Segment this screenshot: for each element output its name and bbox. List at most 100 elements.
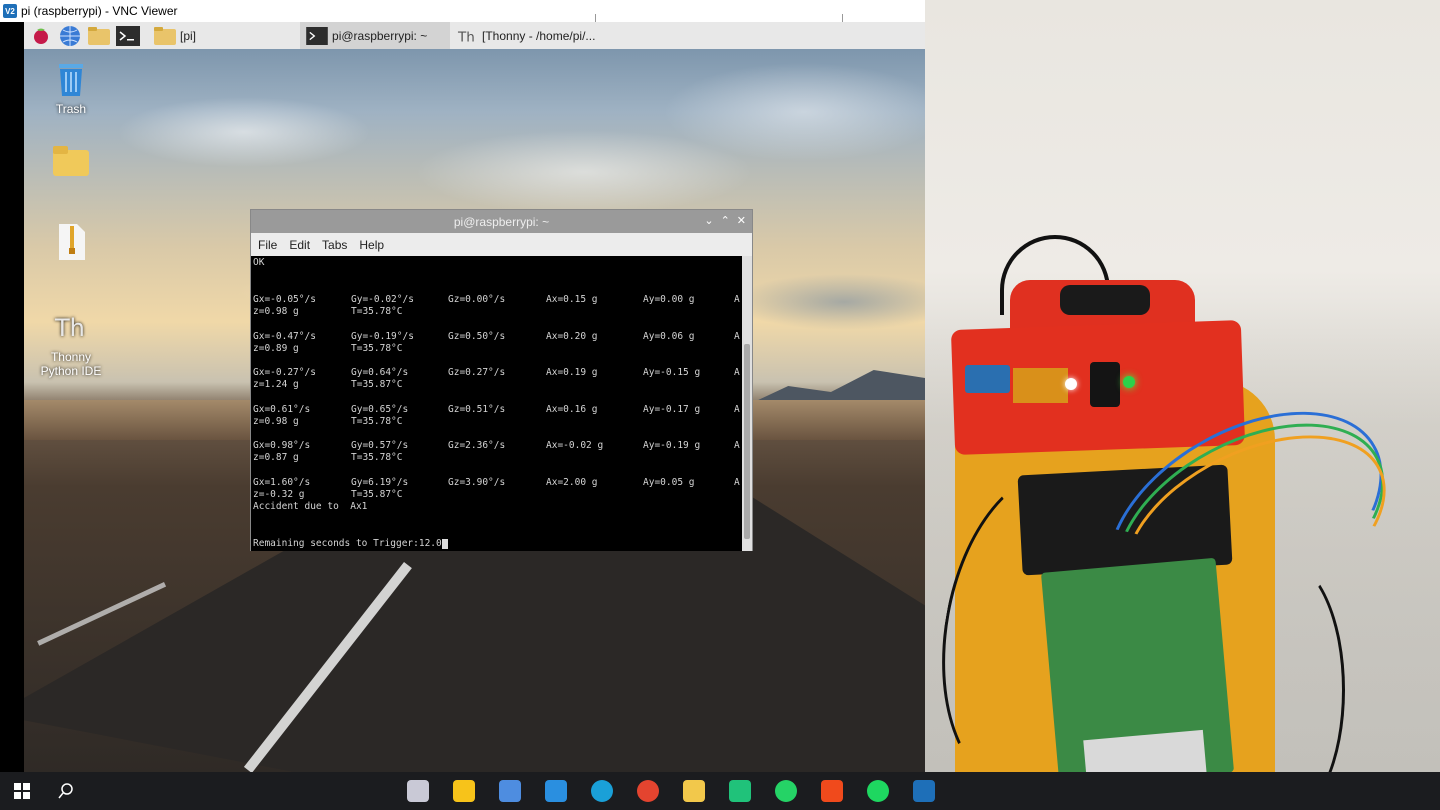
file-explorer-taskbar-button[interactable] — [671, 772, 717, 810]
vnc-titlebar[interactable]: V2 pi (raspberrypi) - VNC Viewer — [0, 0, 925, 24]
menu-file[interactable]: File — [258, 238, 277, 252]
vscode-icon — [545, 780, 567, 802]
reading-gy: Gy=6.19°/s — [351, 477, 409, 488]
brave-taskbar-button[interactable] — [809, 772, 855, 810]
prompt-line: Remaining seconds to Trigger:12.0 — [253, 538, 448, 550]
reading-gx: Gx=-0.47°/s — [253, 331, 316, 342]
chrome-icon — [637, 780, 659, 802]
reading-gz: Gz=3.90°/s — [448, 477, 506, 488]
reading-t: T=35.78°C — [351, 306, 403, 317]
terminal-window[interactable]: pi@raspberrypi: ~ ⌄ ⌃ ✕ File Edit Tabs H… — [250, 209, 753, 551]
vnc-taskbar-button[interactable] — [901, 772, 947, 810]
vnc-title: pi (raspberrypi) - VNC Viewer — [21, 4, 178, 18]
reading-gz: Gz=2.36°/s — [448, 440, 506, 451]
chevron-down-icon[interactable]: ⌄ — [704, 214, 713, 227]
reading-t: T=35.78°C — [351, 343, 403, 354]
terminal-title: pi@raspberrypi: ~ — [453, 214, 550, 229]
whatsapp-taskbar-button[interactable] — [763, 772, 809, 810]
svg-text:Th: Th — [54, 314, 85, 342]
task-label: [Thonny - /home/pi/... — [482, 28, 596, 43]
reading-az: A — [734, 294, 740, 305]
desktop-icon-trash[interactable]: Trash — [36, 58, 106, 116]
file-explorer-icon — [683, 780, 705, 802]
reading-az: A — [734, 440, 740, 451]
menu-help[interactable]: Help — [359, 238, 384, 252]
terminal-scrollbar[interactable] — [742, 256, 752, 551]
spotify-icon — [867, 780, 889, 802]
reading-gz: Gz=0.51°/s — [448, 404, 506, 415]
terminal-menubar: File Edit Tabs Help — [251, 233, 752, 256]
spotify-taskbar-button[interactable] — [855, 772, 901, 810]
store-taskbar-button[interactable] — [487, 772, 533, 810]
reading-ax: Ax=0.16 g — [546, 404, 598, 415]
folder-icon — [53, 146, 89, 176]
terminal-output[interactable]: OK Gx=-0.05°/s Gy=-0.02°/s Gz=0.00°/s Ax… — [251, 256, 743, 551]
task-thonny[interactable]: Th [Thonny - /home/pi/... — [450, 22, 605, 49]
reading-gx: Gx=0.61°/s — [253, 404, 311, 415]
reading-gz: Gz=0.50°/s — [448, 331, 506, 342]
reading-z: z=0.87 g — [253, 452, 299, 463]
reading-ay: Ay=0.06 g — [643, 331, 695, 342]
remaining-text: Remaining seconds to Trigger:12.0 — [253, 538, 442, 549]
vnc-icon — [913, 780, 935, 802]
device-slot — [1060, 285, 1150, 315]
folder-icon — [154, 26, 176, 45]
reading-ax: Ax=-0.02 g — [546, 440, 604, 451]
reading-gy: Gy=-0.19°/s — [351, 331, 414, 342]
vnc-logo-icon: V2 — [3, 4, 17, 18]
menu-edit[interactable]: Edit — [289, 238, 310, 252]
edge-taskbar-button[interactable] — [579, 772, 625, 810]
sticky-notes-taskbar-button[interactable] — [441, 772, 487, 810]
files-icon[interactable] — [87, 25, 111, 47]
reading-ay: Ay=-0.17 g — [643, 404, 701, 415]
terminal-line: OK — [253, 257, 265, 268]
green-led — [1123, 376, 1135, 388]
accident-line: Accident due to Ax1 — [253, 501, 368, 512]
reading-gy: Gy=0.57°/s — [351, 440, 409, 451]
terminal-icon — [306, 26, 328, 45]
edge-icon — [591, 780, 613, 802]
pycharm-taskbar-button[interactable] — [717, 772, 763, 810]
camera-photo — [925, 0, 1440, 772]
reading-t: T=35.87°C — [351, 379, 403, 390]
desktop-icon-archive[interactable] — [36, 222, 106, 266]
chrome-taskbar-button[interactable] — [625, 772, 671, 810]
search-button[interactable] — [44, 772, 88, 810]
reading-gx: Gx=-0.27°/s — [253, 367, 316, 378]
windows-taskbar — [0, 772, 1440, 810]
terminal-titlebar[interactable]: pi@raspberrypi: ~ ⌄ ⌃ ✕ — [251, 210, 752, 233]
reading-ax: Ax=0.15 g — [546, 294, 598, 305]
raspberry-menu-icon[interactable] — [29, 25, 53, 47]
reading-gz: Gz=0.00°/s — [448, 294, 506, 305]
gps-module — [1013, 368, 1068, 403]
menu-tabs[interactable]: Tabs — [322, 238, 347, 252]
teams-taskbar-button[interactable] — [395, 772, 441, 810]
brave-icon — [821, 780, 843, 802]
reading-az: A — [734, 331, 740, 342]
desktop-icon-thonny[interactable]: Th Thonny Python IDE — [36, 306, 106, 378]
sensor-module — [965, 365, 1010, 393]
windows-start-button[interactable] — [0, 772, 44, 810]
reading-z: z=-0.32 g — [253, 489, 305, 500]
chevron-up-icon[interactable]: ⌃ — [721, 214, 730, 227]
reading-ay: Ay=0.00 g — [643, 294, 695, 305]
reading-az: A — [734, 367, 740, 378]
reading-gy: Gy=-0.02°/s — [351, 294, 414, 305]
desktop-icon-label: Thonny Python IDE — [40, 350, 102, 378]
desktop-icon-folder[interactable] — [36, 140, 106, 184]
task-terminal[interactable]: pi@raspberrypi: ~ — [300, 22, 451, 49]
globe-icon[interactable] — [58, 25, 82, 47]
reading-gy: Gy=0.65°/s — [351, 404, 409, 415]
close-icon[interactable]: ✕ — [737, 214, 746, 227]
scrollbar-thumb[interactable] — [744, 344, 750, 539]
reading-gx: Gx=0.98°/s — [253, 440, 311, 451]
terminal-icon[interactable] — [116, 25, 140, 47]
reading-gz: Gz=0.27°/s — [448, 367, 506, 378]
vscode-taskbar-button[interactable] — [533, 772, 579, 810]
store-icon — [499, 780, 521, 802]
whatsapp-icon — [775, 780, 797, 802]
pinned-apps — [395, 772, 947, 810]
reading-gx: Gx=1.60°/s — [253, 477, 311, 488]
desktop-icon-label: Trash — [55, 102, 87, 116]
task-pi-folder[interactable]: [pi] — [148, 22, 202, 49]
